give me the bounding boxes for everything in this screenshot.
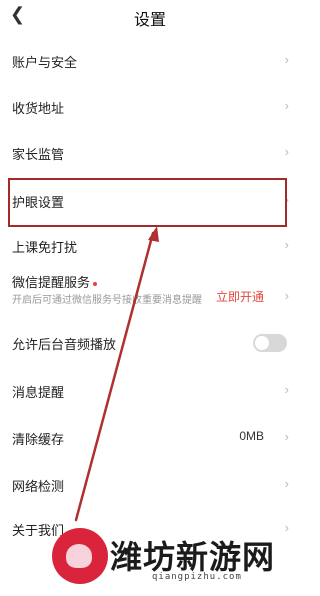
watermark-url: qiangpizhu.com bbox=[152, 572, 242, 582]
annotation-arrow bbox=[74, 226, 159, 522]
watermark: 潍坊新游网 qiangpizhu.com bbox=[52, 526, 292, 592]
watermark-logo-icon bbox=[52, 528, 108, 584]
